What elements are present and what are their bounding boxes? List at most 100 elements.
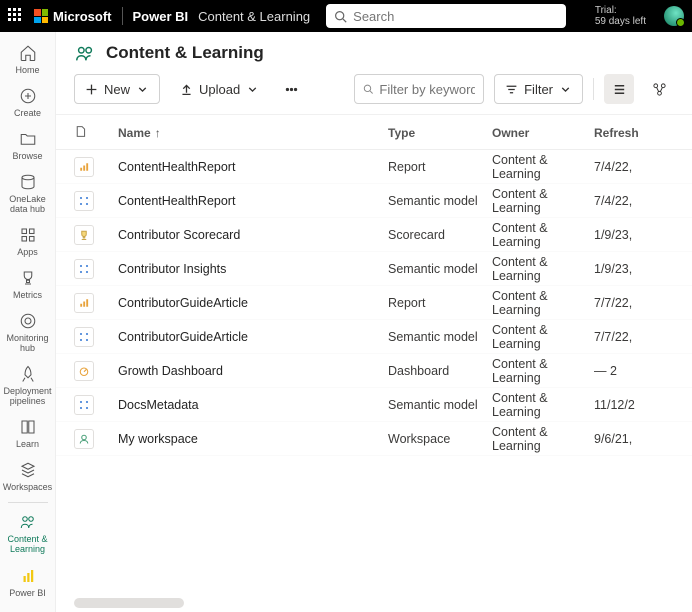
item-type-icon [74, 259, 94, 279]
item-owner[interactable]: Content & Learning [492, 391, 594, 419]
trial-status[interactable]: Trial: 59 days left [595, 5, 646, 27]
database-icon [19, 173, 37, 191]
item-owner[interactable]: Content & Learning [492, 221, 594, 249]
col-type[interactable]: Type [388, 126, 492, 140]
col-owner[interactable]: Owner [492, 126, 594, 140]
table-row[interactable]: Contributor InsightsSemantic modelConten… [56, 252, 692, 286]
stack-icon [19, 461, 37, 479]
app-launcher-icon[interactable] [8, 8, 24, 24]
list-view-button[interactable] [604, 74, 634, 104]
user-avatar[interactable] [664, 6, 684, 26]
nav-home[interactable]: Home [0, 38, 56, 81]
people-icon [74, 42, 96, 64]
people-icon [19, 513, 37, 531]
item-refresh: — 2 [594, 364, 670, 378]
table-body: ContentHealthReportReportContent & Learn… [56, 150, 692, 456]
table-row[interactable]: ContributorGuideArticleReportContent & L… [56, 286, 692, 320]
item-name[interactable]: ContributorGuideArticle [118, 330, 388, 344]
microsoft-icon [34, 9, 48, 23]
page-title: Content & Learning [106, 43, 264, 63]
item-type: Semantic model [388, 262, 492, 276]
nav-metrics[interactable]: Metrics [0, 263, 56, 306]
item-owner[interactable]: Content & Learning [492, 187, 594, 215]
col-name[interactable]: Name↑ [118, 126, 388, 140]
folder-icon [19, 130, 37, 148]
left-nav: Home Create Browse OneLake data hub Apps… [0, 32, 56, 612]
main-content: Content & Learning New Upload [56, 32, 692, 612]
nav-pipelines[interactable]: Deployment pipelines [0, 359, 56, 412]
table-row[interactable]: DocsMetadataSemantic modelContent & Lear… [56, 388, 692, 422]
search-input[interactable] [353, 9, 558, 24]
item-owner[interactable]: Content & Learning [492, 289, 594, 317]
more-icon [285, 83, 298, 96]
item-name[interactable]: ContributorGuideArticle [118, 296, 388, 310]
item-type-icon [74, 429, 94, 449]
item-name[interactable]: Growth Dashboard [118, 364, 388, 378]
table-row[interactable]: Contributor ScorecardScorecardContent & … [56, 218, 692, 252]
item-owner[interactable]: Content & Learning [492, 153, 594, 181]
item-type: Semantic model [388, 330, 492, 344]
divider [593, 78, 594, 100]
filter-keyword[interactable] [354, 74, 484, 104]
filter-input[interactable] [379, 82, 475, 97]
nav-learn[interactable]: Learn [0, 412, 56, 455]
item-name[interactable]: Contributor Insights [118, 262, 388, 276]
upload-button[interactable]: Upload [170, 74, 269, 104]
item-type: Semantic model [388, 194, 492, 208]
powerbi-icon [19, 567, 37, 585]
workspace-crumb[interactable]: Content & Learning [198, 9, 310, 24]
lineage-icon [652, 82, 667, 97]
item-owner[interactable]: Content & Learning [492, 357, 594, 385]
col-icon[interactable] [74, 125, 118, 141]
item-name[interactable]: DocsMetadata [118, 398, 388, 412]
item-type: Report [388, 160, 492, 174]
nav-monitoring[interactable]: Monitoring hub [0, 306, 56, 359]
nav-workspaces[interactable]: Workspaces [0, 455, 56, 498]
workspace-header: Content & Learning [56, 32, 692, 70]
table-row[interactable]: ContributorGuideArticleSemantic modelCon… [56, 320, 692, 354]
item-refresh: 11/12/2 [594, 398, 670, 412]
table-row[interactable]: ContentHealthReportReportContent & Learn… [56, 150, 692, 184]
microsoft-label: Microsoft [53, 9, 112, 24]
item-name[interactable]: ContentHealthReport [118, 194, 388, 208]
table-row[interactable]: ContentHealthReportSemantic modelContent… [56, 184, 692, 218]
table-row[interactable]: My workspaceWorkspaceContent & Learning9… [56, 422, 692, 456]
list-icon [612, 82, 627, 97]
item-name[interactable]: My workspace [118, 432, 388, 446]
item-type: Report [388, 296, 492, 310]
item-owner[interactable]: Content & Learning [492, 425, 594, 453]
search-icon [363, 83, 373, 95]
lineage-view-button[interactable] [644, 74, 674, 104]
horizontal-scrollbar[interactable] [74, 598, 184, 608]
new-button[interactable]: New [74, 74, 160, 104]
chevron-down-icon [136, 83, 149, 96]
chevron-down-icon [559, 83, 572, 96]
nav-powerbi[interactable]: Power BI [0, 561, 56, 604]
table-row[interactable]: Growth DashboardDashboardContent & Learn… [56, 354, 692, 388]
item-refresh: 7/7/22, [594, 296, 670, 310]
item-name[interactable]: Contributor Scorecard [118, 228, 388, 242]
col-refresh[interactable]: Refresh [594, 126, 670, 140]
item-refresh: 7/4/22, [594, 194, 670, 208]
apps-icon [19, 226, 37, 244]
book-icon [19, 418, 37, 436]
item-owner[interactable]: Content & Learning [492, 323, 594, 351]
item-type-icon [74, 225, 94, 245]
target-icon [19, 312, 37, 330]
nav-browse[interactable]: Browse [0, 124, 56, 167]
item-type-icon [74, 191, 94, 211]
item-owner[interactable]: Content & Learning [492, 255, 594, 283]
plus-icon [85, 83, 98, 96]
top-bar: Microsoft Power BI Content & Learning Tr… [0, 0, 692, 32]
item-refresh: 1/9/23, [594, 262, 670, 276]
upload-icon [180, 83, 193, 96]
nav-create[interactable]: Create [0, 81, 56, 124]
nav-onelake[interactable]: OneLake data hub [0, 167, 56, 220]
nav-separator [8, 502, 48, 503]
nav-current-workspace[interactable]: Content & Learning [0, 507, 56, 560]
nav-apps[interactable]: Apps [0, 220, 56, 263]
item-name[interactable]: ContentHealthReport [118, 160, 388, 174]
filter-button[interactable]: Filter [494, 74, 583, 104]
global-search[interactable] [326, 4, 566, 28]
more-button[interactable] [279, 74, 304, 104]
